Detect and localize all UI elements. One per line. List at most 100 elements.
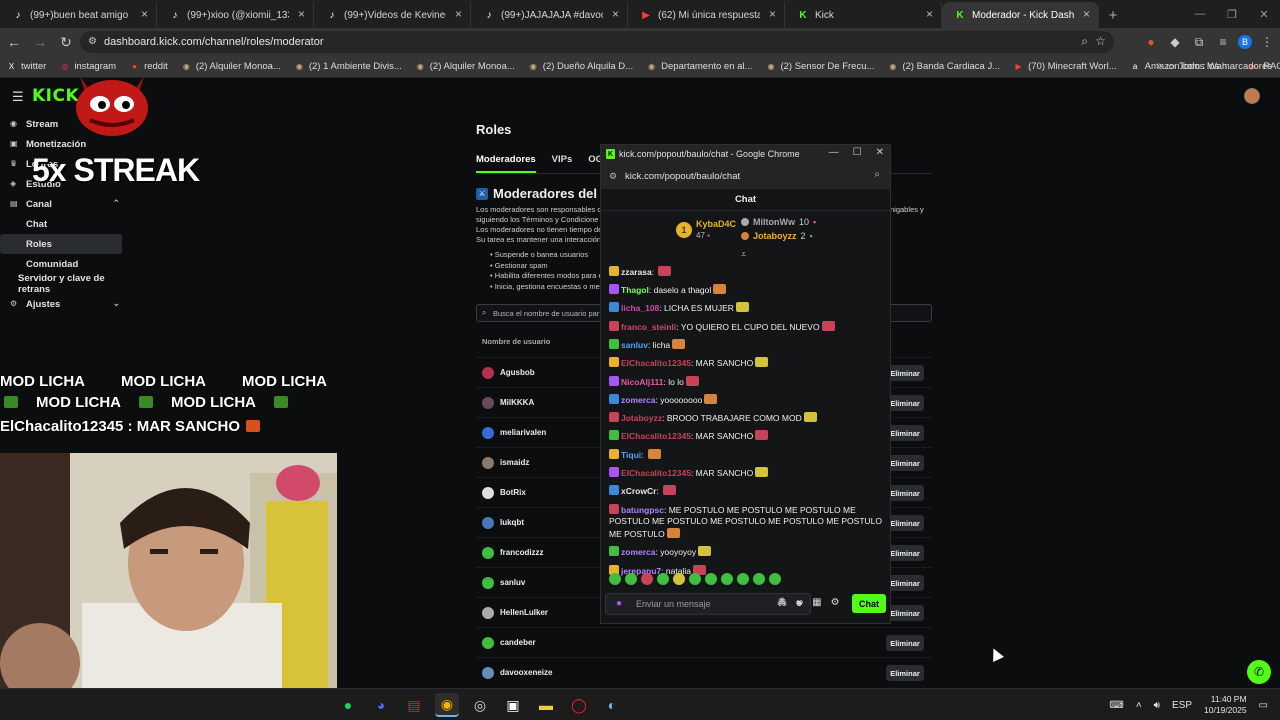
chrome-icon[interactable]: ◉ <box>435 693 459 717</box>
browser-tab[interactable]: K Kick × <box>785 2 942 28</box>
moderator-name[interactable]: BotRix <box>500 488 526 497</box>
quick-emote-icon[interactable] <box>689 573 701 585</box>
site-info-icon[interactable]: ⚙ <box>88 36 97 47</box>
quick-emote-icon[interactable] <box>609 573 621 585</box>
all-bookmarks-folder[interactable]: ▭ Todos los marcadores <box>1166 61 1272 72</box>
close-tab-icon[interactable]: × <box>769 7 776 21</box>
bookmarks-overflow-icon[interactable]: » <box>1156 60 1162 72</box>
minimize-icon[interactable]: — <box>829 147 839 158</box>
browser-tab[interactable]: ▶ (62) Mi única respuesta a Matía × <box>628 2 785 28</box>
remove-moderator-button[interactable]: Eliminar <box>886 515 924 531</box>
back-icon[interactable]: ← <box>2 30 26 54</box>
maximize-icon[interactable]: ☐ <box>853 147 862 158</box>
bookmark-item[interactable]: ▶ (70) Minecraft Worl... <box>1013 61 1117 72</box>
moderator-name[interactable]: Agusbob <box>500 368 535 377</box>
chat-username[interactable]: Jotaboyzz <box>621 413 662 423</box>
browser-tab[interactable]: ♪ (99+)buen beat amigo 💀 #bau × <box>0 2 157 28</box>
bookmark-item[interactable]: Xtwitter <box>6 61 47 72</box>
gear-icon[interactable]: ⚙ <box>831 597 840 608</box>
minimize-window-icon[interactable]: — <box>1184 0 1216 28</box>
zoom-icon[interactable]: ⌕ <box>874 169 880 180</box>
clock[interactable]: 11:40 PM 10/19/2025 <box>1204 694 1247 716</box>
chat-username[interactable]: xCrowCr <box>621 486 656 496</box>
moderator-name[interactable]: HellenLulker <box>500 608 548 617</box>
bookmark-item[interactable]: ◉ Departamento en al... <box>646 61 752 72</box>
sidebar-item-stream-key[interactable]: Servidor y clave de retrans <box>0 273 130 295</box>
browser-tab[interactable]: ♪ (99+)JAJAJAJA #davooxeneize × <box>471 2 628 28</box>
forward-icon[interactable]: → <box>28 30 52 54</box>
store-icon[interactable]: ▦ <box>812 597 821 608</box>
chat-username[interactable]: zomerca <box>621 547 656 557</box>
quick-emote-icon[interactable] <box>769 573 781 585</box>
remove-moderator-button[interactable]: Eliminar <box>886 425 924 441</box>
sidebar-subitem-chat[interactable]: Chat <box>0 214 122 234</box>
remove-moderator-button[interactable]: Eliminar <box>886 455 924 471</box>
close-tab-icon[interactable]: × <box>926 7 933 21</box>
chat-username[interactable]: batungpsc <box>621 505 664 515</box>
bookmark-item[interactable]: ◉ (2) 1 Ambiente Divis... <box>294 61 402 72</box>
notifications-icon[interactable]: ▭ <box>1259 700 1268 711</box>
remove-moderator-button[interactable]: Eliminar <box>886 365 924 381</box>
zoom-icon[interactable]: ⌕ <box>1081 34 1088 49</box>
obs-icon[interactable]: ◎ <box>468 693 492 717</box>
bookmark-star-icon[interactable]: ☆ <box>1095 34 1106 48</box>
close-tab-icon[interactable]: × <box>1083 7 1090 21</box>
gifter-row[interactable]: Jotaboyzz 2 ▪ <box>741 231 813 241</box>
kick-mic-icon[interactable]: ● <box>616 598 622 609</box>
quick-emote-icon[interactable] <box>721 573 733 585</box>
extension-icon-2[interactable]: ◆ <box>1166 30 1184 54</box>
capcut-icon[interactable]: ▣ <box>501 693 525 717</box>
chat-username[interactable]: zomerca <box>621 395 656 405</box>
remove-moderator-button[interactable]: Eliminar <box>886 545 924 561</box>
chat-username[interactable]: licha_108 <box>621 303 659 313</box>
remove-moderator-button[interactable]: Eliminar <box>886 635 924 651</box>
chat-username[interactable]: ElChacalito12345 <box>621 358 691 368</box>
quick-emote-icon[interactable] <box>657 573 669 585</box>
profile-avatar[interactable]: B <box>1238 35 1252 49</box>
moderator-name[interactable]: lukqbt <box>500 518 524 527</box>
popout-url-bar[interactable]: ⚙ kick.com/popout/baulo/chat ⌕ <box>601 163 890 189</box>
sidebar-item-settings[interactable]: ⚙ Ajustes ⌄ <box>0 294 130 314</box>
close-tab-icon[interactable]: × <box>141 7 148 21</box>
address-bar[interactable]: ⚙ dashboard.kick.com/channel/roles/moder… <box>80 31 1114 53</box>
moderator-name[interactable]: ismaidz <box>500 458 529 467</box>
close-tab-icon[interactable]: × <box>298 7 305 21</box>
bookmark-item[interactable]: ◉ (2) Dueño Alquila D... <box>528 61 633 72</box>
browser-tab[interactable]: ♪ (99+)xioo (@xiomii_133) | TikTo × <box>157 2 314 28</box>
speaker-icon[interactable]: 🔊︎ <box>1154 700 1160 711</box>
chrome-menu-icon[interactable]: ⋮ <box>1258 30 1276 54</box>
users-icon[interactable]: ⁂ <box>777 597 787 608</box>
support-chat-button[interactable]: ✆ <box>1247 660 1271 684</box>
spotify-icon[interactable]: ● <box>336 693 360 717</box>
chat-username[interactable]: Tiqui <box>621 450 641 460</box>
new-tab-icon[interactable]: + <box>1099 2 1127 28</box>
moderator-name[interactable]: candeber <box>500 638 536 647</box>
send-chat-button[interactable]: Chat <box>852 594 886 613</box>
quick-emote-icon[interactable] <box>753 573 765 585</box>
quick-emote-icon[interactable] <box>625 573 637 585</box>
chat-username[interactable]: NicoAlj111 <box>621 377 664 387</box>
user-avatar[interactable] <box>1244 88 1260 104</box>
site-info-icon[interactable]: ⚙ <box>609 171 617 182</box>
quick-emote-icon[interactable] <box>673 573 685 585</box>
chevron-down-icon[interactable]: ⌄ <box>112 298 120 309</box>
file-explorer-icon[interactable]: ▬ <box>534 693 558 717</box>
opera-gx-icon[interactable]: ◯ <box>567 693 591 717</box>
chat-username[interactable]: sanluv <box>621 340 648 350</box>
remove-moderator-button[interactable]: Eliminar <box>886 605 924 621</box>
close-tab-icon[interactable]: × <box>612 7 619 21</box>
reading-list-icon[interactable]: ≡ <box>1214 30 1232 54</box>
chat-username[interactable]: ElChacalito12345 <box>621 468 691 478</box>
browser-tab[interactable]: K Moderador - Kick Dashboard × <box>942 2 1099 28</box>
quick-emote-icon[interactable] <box>641 573 653 585</box>
remove-moderator-button[interactable]: Eliminar <box>886 485 924 501</box>
discord-icon[interactable]: ◕ <box>369 693 393 717</box>
chat-username[interactable]: ElChacalito12345 <box>621 431 691 441</box>
extension-icon-1[interactable]: ● <box>1142 30 1160 54</box>
browser-tab[interactable]: ♪ (99+)Videos de Kevine-seith (@ × <box>314 2 471 28</box>
language-indicator[interactable]: ESP <box>1172 700 1192 711</box>
sidebar-subitem-roles[interactable]: Roles <box>0 234 122 254</box>
extensions-puzzle-icon[interactable]: ⧉ <box>1190 30 1208 54</box>
bookmark-item[interactable]: ◉ (2) Alquiler Monoa... <box>181 61 281 72</box>
tab-vips[interactable]: VIPs <box>552 154 573 173</box>
